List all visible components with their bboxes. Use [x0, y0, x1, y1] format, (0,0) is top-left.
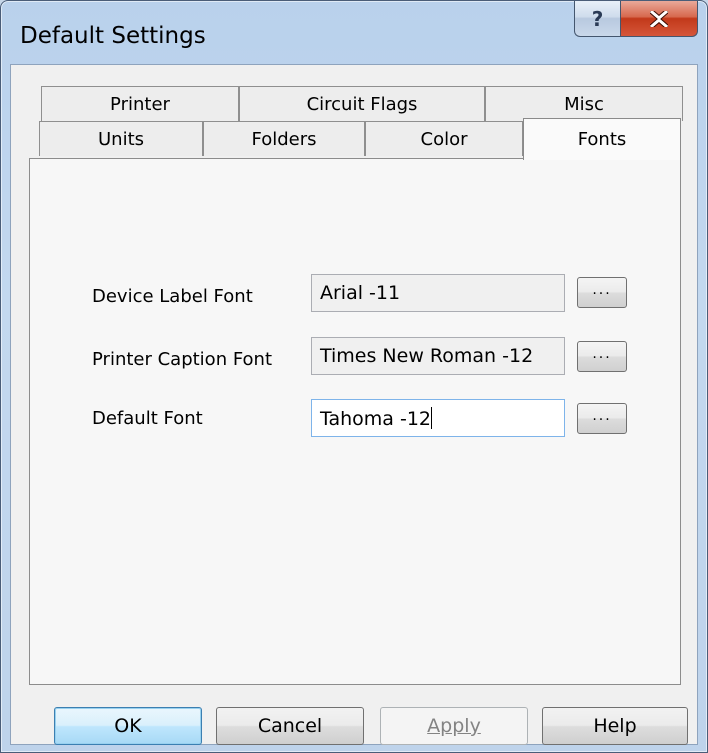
tab-circuit-flags[interactable]: Circuit Flags	[239, 86, 485, 121]
tab-label: Folders	[251, 128, 317, 150]
window-title: Default Settings	[20, 23, 206, 49]
tab-units[interactable]: Units	[39, 121, 203, 156]
tab-misc[interactable]: Misc	[485, 86, 683, 121]
tab-printer[interactable]: Printer	[41, 86, 239, 121]
tab-label: Misc	[564, 93, 604, 115]
tab-fonts[interactable]: Fonts	[523, 118, 681, 160]
help-icon[interactable]: ?	[574, 1, 620, 37]
dialog-window: Default Settings ? Printer Circuit Flags…	[0, 0, 708, 753]
tab-folders[interactable]: Folders	[203, 121, 365, 156]
default-font-browse-button[interactable]: ...	[577, 403, 627, 434]
help-button[interactable]: Help	[542, 707, 688, 745]
caption-buttons: ?	[574, 1, 698, 37]
printer-caption-font-browse-button[interactable]: ...	[577, 341, 627, 372]
printer-caption-font-label: Printer Caption Font	[92, 349, 273, 370]
tab-label: Color	[420, 128, 468, 150]
close-icon[interactable]	[620, 1, 698, 37]
apply-button-label: Apply	[427, 715, 481, 737]
tab-color[interactable]: Color	[365, 121, 523, 156]
printer-caption-font-field[interactable]: Times New Roman -12	[311, 337, 565, 375]
cancel-button[interactable]: Cancel	[216, 707, 364, 745]
dialog-client-area: Printer Circuit Flags Misc Units Folders…	[10, 64, 698, 745]
device-label-font-field[interactable]: Arial -11	[311, 274, 565, 312]
tab-label: Units	[97, 128, 145, 150]
device-label-font-label: Device Label Font	[92, 286, 253, 307]
apply-button[interactable]: Apply	[380, 707, 528, 745]
ok-button[interactable]: OK	[54, 707, 202, 745]
tab-label: Printer	[110, 93, 170, 115]
default-font-value: Tahoma -12	[320, 408, 431, 430]
fonts-tab-panel: Device Label Font Arial -11 ... Printer …	[29, 158, 681, 685]
default-font-label: Default Font	[92, 408, 203, 429]
help-glyph: ?	[591, 6, 604, 31]
tab-label: Fonts	[577, 129, 627, 150]
device-label-font-browse-button[interactable]: ...	[577, 277, 627, 308]
text-caret	[431, 407, 432, 429]
close-x-glyph	[650, 10, 668, 27]
tab-label: Circuit Flags	[306, 93, 418, 115]
default-font-field[interactable]: Tahoma -12	[311, 399, 565, 437]
